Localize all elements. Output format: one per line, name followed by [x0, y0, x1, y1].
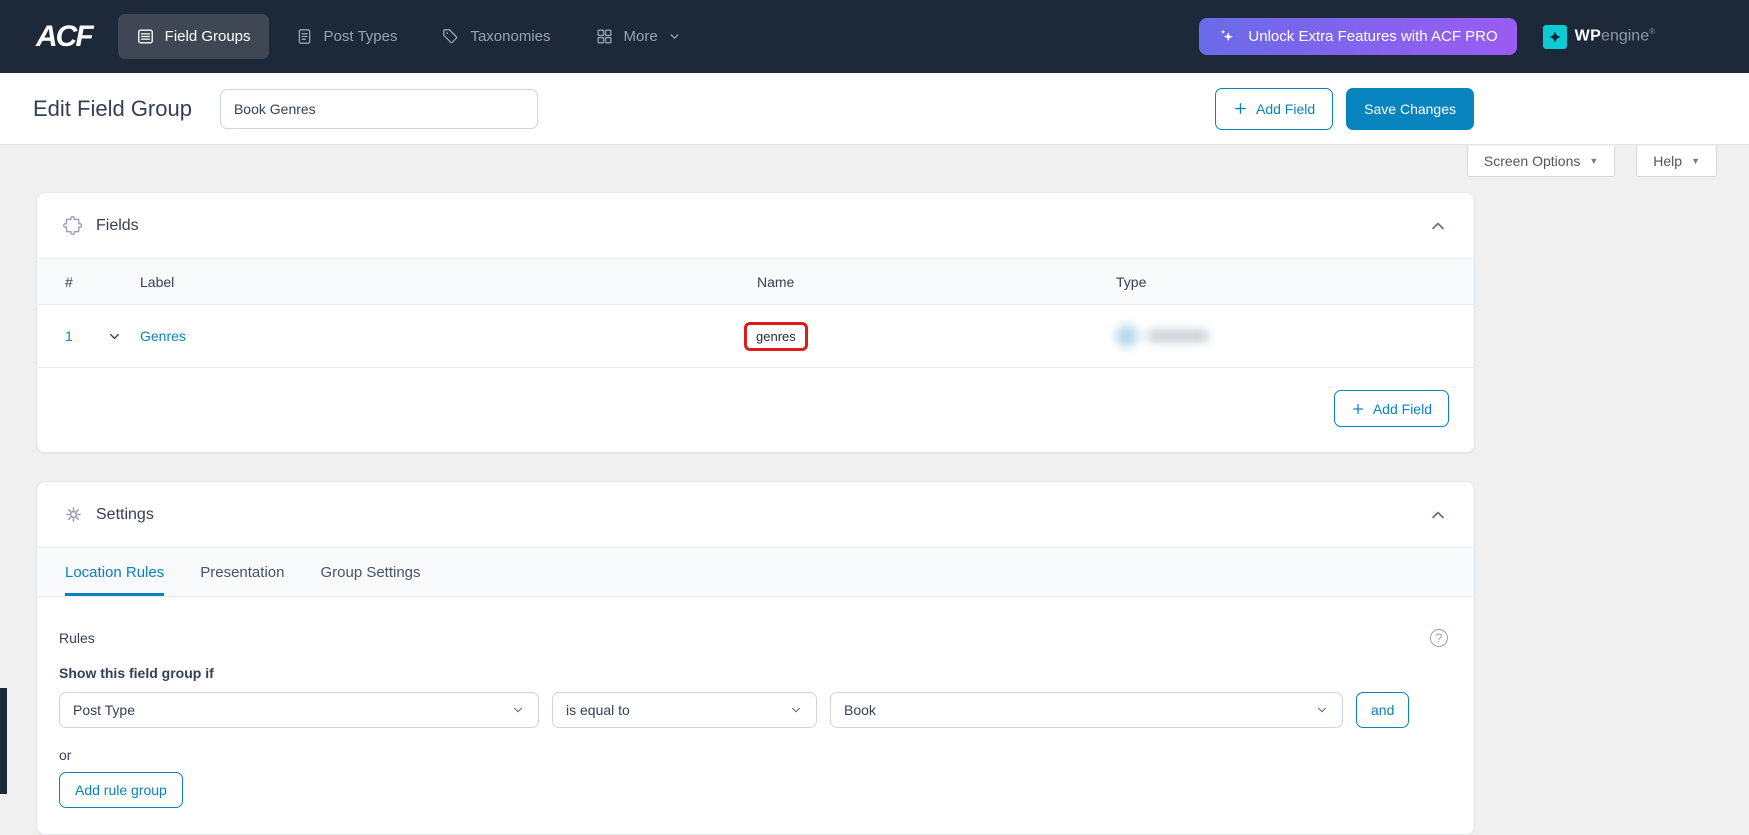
chevron-down-icon — [511, 703, 525, 717]
tab-presentation[interactable]: Presentation — [200, 548, 284, 596]
triangle-down-icon: ▼ — [1691, 156, 1700, 166]
nav-item-label: More — [623, 28, 658, 45]
brand-registered-mark: ® — [1649, 27, 1655, 37]
pro-button-label: Unlock Extra Features with ACF PRO — [1248, 28, 1498, 45]
table-row[interactable]: 1 Genres genres — [37, 305, 1474, 368]
nav-item-field-groups[interactable]: Field Groups — [117, 14, 269, 59]
rule-param-select[interactable]: Post Type — [59, 692, 539, 728]
plus-icon — [1351, 402, 1365, 416]
field-type-icon-blurred — [1116, 325, 1138, 347]
field-name-red-annotation: genres — [744, 321, 808, 351]
column-header-name: Name — [757, 273, 795, 290]
add-field-label: Add Field — [1372, 400, 1432, 417]
screen-options-tab[interactable]: Screen Options ▼ — [1466, 146, 1616, 177]
rule-operator-value: is equal to — [566, 702, 630, 718]
list-icon — [136, 27, 155, 46]
show-field-group-if-label: Show this field group if — [59, 665, 214, 681]
wpengine-logo: WPengine® — [1542, 24, 1655, 49]
nav-item-taxonomies[interactable]: Taxonomies — [423, 14, 568, 59]
column-header-order: # — [65, 273, 73, 290]
wp-admin-menu-edge — [0, 688, 7, 794]
tab-group-settings[interactable]: Group Settings — [320, 548, 420, 596]
save-changes-button[interactable]: Save Changes — [1346, 87, 1474, 130]
question-glyph: ? — [1435, 631, 1443, 645]
triangle-down-icon: ▼ — [1589, 156, 1599, 166]
page-header: Edit Field Group Add Field Save Changes — [0, 73, 1749, 145]
help-circle-icon[interactable]: ? — [1430, 629, 1448, 647]
field-group-title-input[interactable] — [219, 88, 538, 129]
wpengine-icon — [1542, 24, 1567, 49]
acf-logo: ACF — [36, 19, 94, 53]
puzzle-icon — [63, 215, 84, 236]
fields-panel-header: Fields — [37, 193, 1474, 258]
settings-panel-title: Settings — [96, 505, 154, 523]
field-name-value: genres — [756, 328, 796, 344]
rule-value-select[interactable]: Book — [830, 692, 1343, 728]
chevron-up-icon[interactable] — [1428, 216, 1448, 236]
rule-operator-select[interactable]: is equal to — [552, 692, 817, 728]
page-title: Edit Field Group — [33, 95, 192, 121]
tab-location-rules[interactable]: Location Rules — [65, 548, 165, 596]
help-tab[interactable]: Help ▼ — [1636, 146, 1717, 177]
brand-engine-text: engine — [1601, 27, 1650, 45]
column-header-label: Label — [140, 273, 175, 290]
chevron-up-icon[interactable] — [1428, 505, 1448, 525]
and-button[interactable]: and — [1356, 692, 1410, 728]
rules-section-label: Rules — [59, 630, 95, 646]
screen-meta-tabs: Screen Options ▼ Help ▼ — [1466, 146, 1717, 177]
header-add-field-button[interactable]: Add Field — [1215, 87, 1334, 130]
sparkle-icon — [1218, 27, 1237, 46]
chevron-down-icon — [668, 30, 681, 43]
settings-tabs-bar: Location Rules Presentation Group Settin… — [37, 547, 1474, 597]
rule-row: Post Type is equal to Book and — [59, 692, 1448, 728]
field-type-text-blurred — [1147, 330, 1209, 342]
fields-panel: Fields # Label Name Type 1 Genres genres… — [36, 192, 1475, 453]
help-label: Help — [1653, 153, 1683, 169]
brand-wp-text: WP — [1574, 27, 1602, 45]
add-rule-group-button[interactable]: Add rule group — [59, 772, 183, 808]
top-navbar: ACF Field Groups Post Types Taxonomies M… — [0, 0, 1749, 73]
gear-icon — [63, 504, 84, 525]
or-label: or — [59, 747, 72, 763]
row-expand-chevron-icon[interactable] — [107, 329, 122, 344]
nav-item-more[interactable]: More — [577, 14, 699, 59]
fields-panel-footer: Add Field — [37, 368, 1474, 452]
settings-panel: Settings Location Rules Presentation Gro… — [36, 481, 1475, 835]
fields-panel-title: Fields — [96, 216, 139, 234]
fields-table-header: # Label Name Type — [37, 258, 1474, 305]
content-column: Fields # Label Name Type 1 Genres genres… — [36, 192, 1475, 835]
unlock-acf-pro-button[interactable]: Unlock Extra Features with ACF PRO — [1199, 18, 1517, 55]
row-order-number: 1 — [65, 328, 73, 344]
nav-item-label: Field Groups — [164, 28, 251, 45]
field-label-link[interactable]: Genres — [140, 328, 186, 344]
rule-param-value: Post Type — [73, 702, 136, 718]
chevron-down-icon — [1315, 703, 1329, 717]
rule-value-value: Book — [844, 702, 876, 718]
grid-icon — [595, 27, 614, 46]
add-field-button[interactable]: Add Field — [1333, 390, 1449, 427]
location-rules-body: Rules ? Show this field group if Post Ty… — [37, 597, 1474, 834]
column-header-type: Type — [1116, 273, 1147, 290]
plus-icon — [1233, 101, 1248, 116]
settings-panel-header: Settings — [37, 482, 1474, 547]
chevron-down-icon — [789, 703, 803, 717]
field-type-redacted — [1116, 325, 1474, 347]
document-icon — [295, 27, 314, 46]
tag-icon — [441, 27, 460, 46]
nav-item-post-types[interactable]: Post Types — [277, 14, 416, 59]
screen-options-label: Screen Options — [1483, 153, 1581, 169]
header-add-field-label: Add Field — [1256, 100, 1316, 117]
nav-item-label: Post Types — [323, 28, 398, 45]
nav-item-label: Taxonomies — [470, 28, 551, 45]
